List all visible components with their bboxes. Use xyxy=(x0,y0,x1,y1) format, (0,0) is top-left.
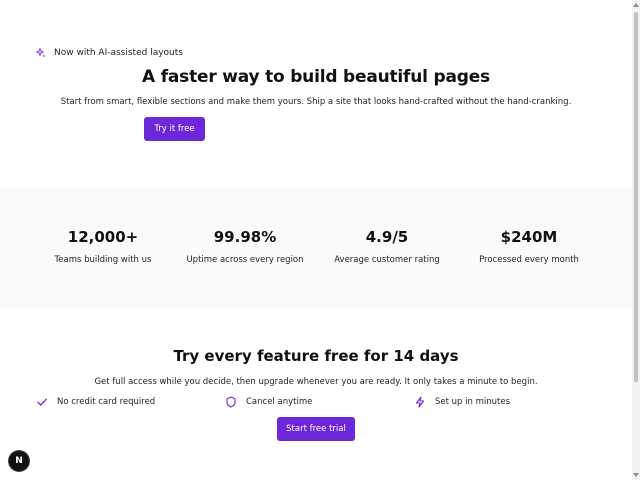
announcement-badge: Now with AI-assisted layouts xyxy=(36,48,183,58)
shield-icon xyxy=(225,396,237,408)
stat-label: Processed every month xyxy=(479,255,579,265)
stat-value: 4.9/5 xyxy=(365,228,409,246)
stat-processed: $240M Processed every month xyxy=(454,228,604,265)
lightning-icon xyxy=(414,396,426,408)
feature-label: Set up in minutes xyxy=(435,397,511,407)
stat-rating: 4.9/5 Average customer rating xyxy=(312,228,462,265)
feature-cancel-anytime: Cancel anytime xyxy=(225,396,312,408)
feature-label: No credit card required xyxy=(57,397,156,407)
vertical-scrollbar[interactable] xyxy=(632,0,640,480)
nextjs-dev-badge[interactable]: N xyxy=(9,451,29,471)
stat-uptime: 99.98% Uptime across every region xyxy=(170,228,320,265)
stats-section: 12,000+ Teams building with us 99.98% Up… xyxy=(0,188,632,308)
start-free-trial-button[interactable]: Start free trial xyxy=(277,417,355,441)
stat-value: $240M xyxy=(500,228,558,246)
feature-no-credit-card: No credit card required xyxy=(36,396,155,408)
scroll-up-arrow-icon[interactable] xyxy=(633,3,639,7)
feature-setup-minutes: Set up in minutes xyxy=(414,396,510,408)
stat-value: 12,000+ xyxy=(67,228,139,246)
hero-subtitle: Start from smart, flexible sections and … xyxy=(60,97,572,107)
stat-teams: 12,000+ Teams building with us xyxy=(28,228,178,265)
announcement-text: Now with AI-assisted layouts xyxy=(54,48,183,58)
sparkle-icon xyxy=(36,48,46,58)
try-it-free-button[interactable]: Try it free xyxy=(144,117,205,141)
trial-subtitle: Get full access while you decide, then u… xyxy=(94,377,538,387)
scroll-down-arrow-icon[interactable] xyxy=(633,473,639,477)
page-content: Now with AI-assisted layouts A faster wa… xyxy=(0,0,632,480)
scrollbar-thumb[interactable] xyxy=(634,12,638,382)
stat-label: Average customer rating xyxy=(334,255,440,265)
trial-title: Try every feature free for 14 days xyxy=(173,347,459,365)
feature-label: Cancel anytime xyxy=(246,397,313,407)
stat-label: Teams building with us xyxy=(54,255,152,265)
check-icon xyxy=(36,396,48,408)
stat-value: 99.98% xyxy=(213,228,277,246)
page-viewport: Now with AI-assisted layouts A faster wa… xyxy=(0,0,640,480)
stat-label: Uptime across every region xyxy=(186,255,304,265)
hero-title: A faster way to build beautiful pages xyxy=(142,67,490,87)
